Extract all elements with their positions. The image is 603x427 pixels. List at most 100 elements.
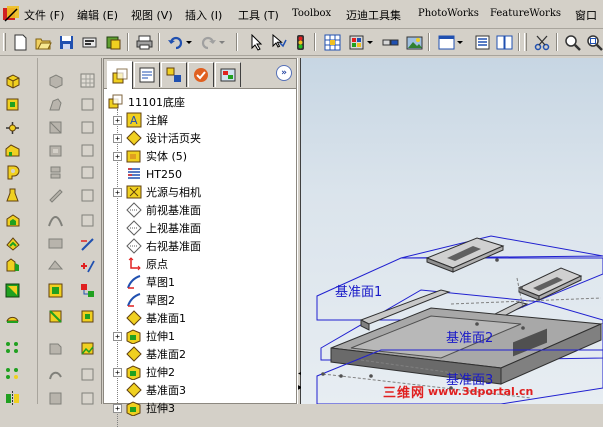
expand-toggle[interactable]: + xyxy=(113,403,122,413)
menu-window[interactable]: 窗口 xyxy=(575,7,597,23)
circular-pattern-icon[interactable] xyxy=(1,364,23,384)
flex-icon[interactable] xyxy=(44,306,66,326)
window-layout-icon[interactable] xyxy=(436,32,456,52)
sketch-picture-icon[interactable] xyxy=(76,338,98,358)
tree-item-material[interactable]: HT250 xyxy=(126,165,182,183)
tab-configuration-manager[interactable] xyxy=(161,62,187,87)
sketch-circle-icon[interactable] xyxy=(76,140,98,160)
tree-item-sketch2[interactable]: 草图2 xyxy=(126,291,175,309)
save-icon[interactable] xyxy=(56,32,76,52)
extruded-boss-icon[interactable] xyxy=(1,70,23,90)
tree-item-origin[interactable]: 原点 xyxy=(126,255,168,273)
mirror-icon[interactable] xyxy=(1,388,23,408)
freeform-icon[interactable] xyxy=(44,364,66,384)
tree-item-annotations[interactable]: + A 注解 xyxy=(113,111,168,129)
tree-item-plane1[interactable]: 基准面1 xyxy=(126,309,186,327)
print-icon[interactable] xyxy=(134,32,154,52)
expand-toggle[interactable]: + xyxy=(113,367,122,377)
new-document-icon[interactable] xyxy=(10,32,30,52)
undo-dropdown-icon[interactable] xyxy=(185,32,193,52)
expand-panel-icon[interactable]: » xyxy=(276,65,292,81)
sketch-rect-icon[interactable] xyxy=(76,117,98,137)
sketch-box-icon[interactable] xyxy=(76,94,98,114)
menu-edit[interactable]: 编辑 (E) xyxy=(77,7,118,23)
tree-item-sketch1[interactable]: 草图1 xyxy=(126,273,175,291)
sketch-arc-icon[interactable] xyxy=(76,162,98,182)
sketch-grid-icon[interactable] xyxy=(76,70,98,90)
window-dropdown-icon[interactable] xyxy=(456,32,464,52)
loft-icon[interactable] xyxy=(1,140,23,160)
tree-item-top-plane[interactable]: 上视基准面 xyxy=(126,219,201,237)
surface-icon[interactable] xyxy=(44,255,66,275)
print-preview-icon[interactable] xyxy=(79,32,99,52)
repair-sketch-icon[interactable] xyxy=(76,306,98,326)
add-relation-icon[interactable] xyxy=(76,256,98,276)
open-folder-icon[interactable] xyxy=(33,32,53,52)
tab-featureworks[interactable] xyxy=(215,62,241,87)
sketch-point-icon[interactable] xyxy=(76,210,98,230)
curve-icon[interactable] xyxy=(44,210,66,230)
reference-geometry-icon[interactable] xyxy=(44,233,66,253)
tree-item-design-binder[interactable]: + 设计活页夹 xyxy=(113,129,201,147)
sketch-trim-icon[interactable] xyxy=(76,388,98,408)
tools-dropdown-icon[interactable] xyxy=(366,32,374,52)
tree-item-solid-bodies[interactable]: + 实体 (5) xyxy=(113,147,187,165)
move-face-icon[interactable] xyxy=(44,388,66,408)
expand-toggle[interactable]: + xyxy=(113,151,122,161)
linear-pattern-icon[interactable] xyxy=(1,338,23,358)
tab-photoworks[interactable] xyxy=(188,62,214,87)
tab-property-manager[interactable] xyxy=(134,62,160,87)
rib-icon[interactable] xyxy=(1,233,23,253)
draft-icon[interactable] xyxy=(1,255,23,275)
sweep-icon[interactable] xyxy=(1,117,23,137)
split-line-icon[interactable] xyxy=(44,162,66,182)
tree-item-right-plane[interactable]: 右视基准面 xyxy=(126,237,201,255)
menu-featureworks[interactable]: FeatureWorks xyxy=(490,8,561,19)
display-relations-icon[interactable] xyxy=(76,280,98,300)
options-grid-icon[interactable] xyxy=(322,32,342,52)
tree-item-lights-camera[interactable]: + 光源与相机 xyxy=(113,183,201,201)
link-icon[interactable] xyxy=(380,32,400,52)
library-feature-icon[interactable] xyxy=(44,280,66,300)
sketch-spline-icon[interactable] xyxy=(76,185,98,205)
expand-toggle[interactable]: + xyxy=(113,187,122,197)
redo-icon[interactable] xyxy=(198,32,218,52)
thicken-icon[interactable] xyxy=(44,185,66,205)
undo-icon[interactable] xyxy=(165,32,185,52)
photoworks-render-icon[interactable] xyxy=(404,32,424,52)
expand-toggle[interactable]: + xyxy=(113,331,122,341)
menu-toolbox[interactable]: Toolbox xyxy=(292,8,331,19)
tree-item-plane3[interactable]: 基准面3 xyxy=(126,381,186,399)
tree-item-extrude2[interactable]: + 拉伸2 xyxy=(113,363,175,381)
menu-tools[interactable]: 工具 (T) xyxy=(238,7,279,23)
rebuild-traffic-light-icon[interactable] xyxy=(290,32,310,52)
menu-maidi[interactable]: 迈迪工具集 xyxy=(346,7,401,23)
tools-options-icon[interactable] xyxy=(346,32,366,52)
revolved-boss-icon[interactable] xyxy=(1,94,23,114)
shell-icon[interactable] xyxy=(1,210,23,230)
list-view-icon[interactable] xyxy=(472,32,492,52)
cut-sweep-icon[interactable] xyxy=(44,117,66,137)
toolbar-grip[interactable] xyxy=(3,33,6,51)
menu-insert[interactable]: 插入 (I) xyxy=(185,7,222,23)
zoom-to-fit-icon[interactable] xyxy=(562,32,582,52)
solidworks-logo-icon[interactable] xyxy=(2,5,20,23)
tile-view-icon[interactable] xyxy=(494,32,514,52)
wrap-icon[interactable] xyxy=(44,338,66,358)
tree-item-extrude1[interactable]: + 拉伸1 xyxy=(113,327,175,345)
smart-dimension-icon[interactable] xyxy=(76,234,98,254)
tree-item-plane2[interactable]: 基准面2 xyxy=(126,345,186,363)
zoom-area-icon[interactable] xyxy=(584,32,603,52)
fillet-icon[interactable] xyxy=(1,162,23,182)
make-drawing-icon[interactable] xyxy=(103,32,123,52)
dome-icon[interactable] xyxy=(1,306,23,326)
sketch-mirror-icon[interactable] xyxy=(76,364,98,384)
expand-toggle[interactable]: + xyxy=(113,115,122,125)
select-other-icon[interactable] xyxy=(268,32,288,52)
tab-feature-manager[interactable] xyxy=(107,61,133,89)
cut-revolve-icon[interactable] xyxy=(44,94,66,114)
redo-dropdown-icon[interactable] xyxy=(218,32,226,52)
expand-toggle[interactable]: + xyxy=(113,133,122,143)
tree-item-extrude3[interactable]: + 拉伸3 xyxy=(113,399,175,417)
plane1-label[interactable]: 基准面1 xyxy=(335,281,382,300)
